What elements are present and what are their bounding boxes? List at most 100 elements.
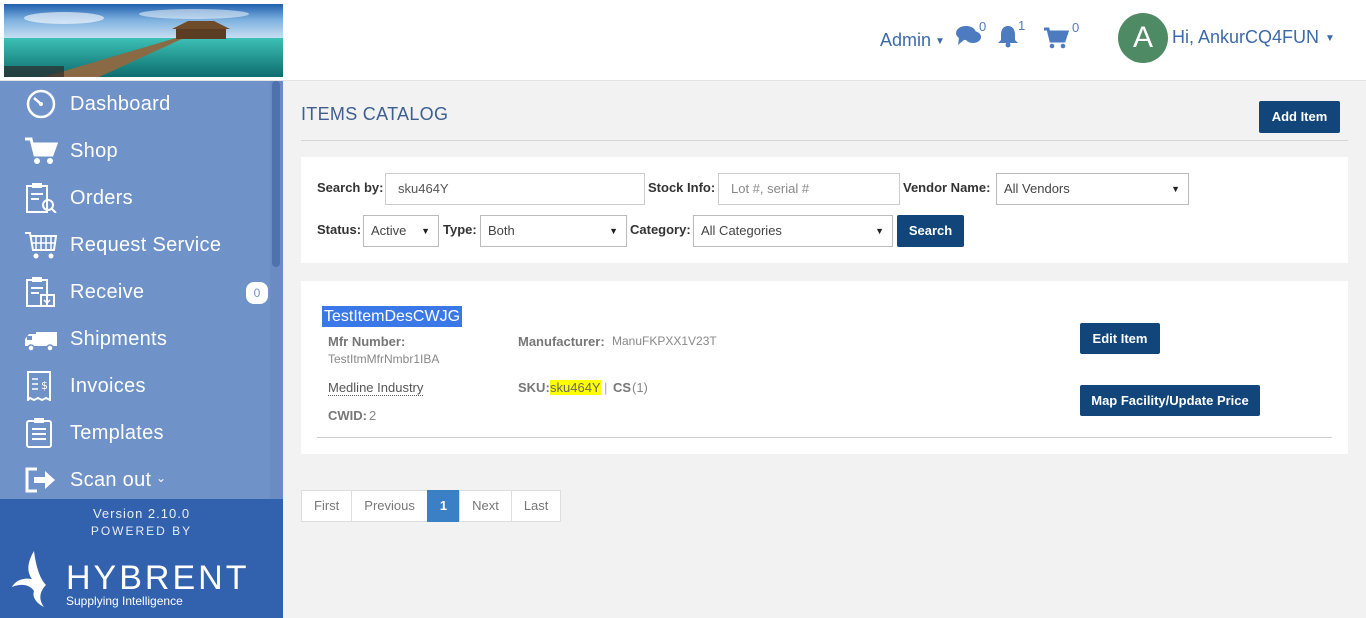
caret-down-icon: ▼	[935, 35, 945, 47]
dropdown-arrow-icon: ▼	[609, 226, 618, 236]
sidebar-item-dashboard[interactable]: Dashboard	[0, 81, 270, 128]
edit-item-button[interactable]: Edit Item	[1080, 323, 1160, 354]
sidebar-item-label: Shop	[70, 140, 118, 162]
cart-icon	[24, 136, 59, 166]
pagination-current-page[interactable]: 1	[426, 490, 461, 522]
sidebar-item-templates[interactable]: Templates	[0, 410, 270, 457]
stock-info-input[interactable]: Lot #, serial #	[718, 173, 900, 205]
admin-menu[interactable]: Admin ▼	[880, 30, 945, 51]
scan-out-icon	[24, 465, 58, 495]
pagination-last[interactable]: Last	[510, 490, 562, 522]
cwid-label: CWID:	[328, 408, 367, 423]
category-select[interactable]: All Categories ▼	[693, 215, 893, 247]
stock-info-label: Stock Info:	[648, 180, 716, 195]
vendor-select[interactable]: All Vendors ▼	[996, 173, 1189, 205]
page-title: ITEMS CATALOG	[301, 104, 449, 124]
sidebar-footer: Version 2.10.0 POWERED BY HYBRENT Supply…	[0, 499, 283, 618]
add-item-button[interactable]: Add Item	[1259, 101, 1340, 133]
cwid-value: 2	[369, 408, 377, 423]
category-label: Category:	[630, 222, 691, 237]
pagination-next[interactable]: Next	[459, 490, 512, 522]
search-by-label: Search by:	[317, 180, 384, 195]
hybrent-bird-logo-icon	[10, 549, 50, 609]
dropdown-arrow-icon: ▼	[1171, 184, 1180, 194]
app-version: Version 2.10.0	[92, 506, 191, 521]
type-select[interactable]: Both ▼	[480, 215, 627, 247]
orders-clipboard-icon	[24, 183, 58, 214]
invoice-icon: $	[24, 371, 58, 403]
sidebar-item-orders[interactable]: Orders	[0, 175, 270, 222]
sidebar-item-invoices[interactable]: $ Invoices	[0, 363, 270, 410]
map-facility-update-price-button[interactable]: Map Facility/Update Price	[1080, 385, 1260, 416]
hybrent-tagline: Supplying Intelligence	[66, 594, 183, 608]
top-header: Admin ▼ 0 1 0 A Hi, AnkurCQ4FUN ▼	[0, 0, 1366, 81]
sidebar-item-label: Invoices	[70, 375, 146, 397]
status-select[interactable]: Active ▼	[363, 215, 439, 247]
item-result-card: TestItemDesCWJG Mfr Number: TestItmMfrNm…	[301, 281, 1348, 454]
sidebar: Dashboard Shop Orders Request Service Re…	[0, 81, 283, 499]
svg-text:$: $	[41, 379, 48, 392]
dashboard-gauge-icon	[24, 89, 58, 119]
mfr-number-label: Mfr Number:	[328, 334, 406, 349]
avatar[interactable]: A	[1118, 13, 1168, 63]
sidebar-item-label: Templates	[70, 422, 164, 444]
cart-icon[interactable]	[1043, 27, 1070, 54]
vendor-name-label: Vendor Name:	[903, 180, 991, 195]
vendor-select-value: All Vendors	[1004, 181, 1070, 196]
uom-label: CS	[613, 380, 632, 395]
type-select-value: Both	[488, 223, 515, 238]
pagination-previous[interactable]: Previous	[351, 490, 428, 522]
sidebar-item-scan-out[interactable]: Scan out ⌄	[0, 457, 270, 504]
sidebar-item-shop[interactable]: Shop	[0, 128, 270, 175]
manufacturer-label: Manufacturer:	[518, 334, 605, 349]
sidebar-item-receive[interactable]: Receive 0	[0, 269, 270, 316]
vendor-link[interactable]: Medline Industry	[328, 380, 424, 396]
admin-label: Admin	[880, 30, 932, 50]
sidebar-item-label: Request Service	[70, 234, 222, 256]
dropdown-arrow-icon: ▼	[875, 226, 884, 236]
user-menu[interactable]: Hi, AnkurCQ4FUN ▼	[1172, 27, 1335, 48]
pagination: First Previous 1 Next Last	[301, 490, 562, 522]
cart-count: 0	[1072, 20, 1080, 35]
sidebar-scrollbar[interactable]	[270, 81, 283, 499]
sidebar-item-request-service[interactable]: Request Service	[0, 222, 270, 269]
chevron-down-icon: ⌄	[156, 471, 167, 485]
notifications-bell-icon[interactable]	[996, 24, 1020, 53]
sidebar-item-label: Receive	[70, 281, 145, 303]
search-button[interactable]: Search	[897, 215, 964, 247]
sku-value: sku464Y	[550, 380, 601, 395]
sidebar-item-shipments[interactable]: Shipments	[0, 316, 270, 363]
brand-banner-image[interactable]	[4, 4, 283, 77]
service-cart-icon	[24, 230, 58, 260]
receive-count-badge: 0	[246, 282, 268, 304]
templates-icon	[24, 418, 58, 448]
sidebar-item-label: Dashboard	[70, 93, 171, 115]
sidebar-item-label: Shipments	[70, 328, 168, 350]
type-label: Type:	[443, 222, 477, 237]
manufacturer-value: ManuFKPXX1V23T	[612, 334, 717, 348]
truck-icon	[24, 324, 58, 354]
powered-by-label: POWERED BY	[90, 524, 193, 538]
hybrent-brand-name: HYBRENT	[66, 559, 250, 597]
sidebar-item-label: Scan out	[70, 469, 152, 491]
result-divider	[317, 437, 1332, 438]
sidebar-item-label: Orders	[70, 187, 133, 209]
pagination-first[interactable]: First	[301, 490, 353, 522]
category-select-value: All Categories	[701, 223, 782, 238]
receive-icon	[24, 277, 58, 307]
status-label: Status:	[317, 222, 362, 237]
mfr-number-value: TestItmMfrNmbr1IBA	[328, 352, 440, 366]
messages-count: 0	[979, 19, 987, 34]
uom-value: (1)	[632, 380, 648, 395]
item-title-link[interactable]: TestItemDesCWJG	[322, 306, 463, 327]
sku-separator: |	[604, 380, 608, 395]
caret-down-icon: ▼	[1325, 32, 1335, 44]
sku-label: SKU:	[518, 380, 550, 395]
notifications-count: 1	[1018, 18, 1026, 33]
sidebar-scrollbar-thumb[interactable]	[272, 81, 280, 267]
status-select-value: Active	[371, 223, 407, 238]
search-by-input[interactable]: sku464Y	[385, 173, 645, 205]
dropdown-arrow-icon: ▼	[421, 226, 430, 236]
user-greeting: Hi, AnkurCQ4FUN	[1172, 27, 1320, 47]
title-divider	[301, 140, 1348, 141]
